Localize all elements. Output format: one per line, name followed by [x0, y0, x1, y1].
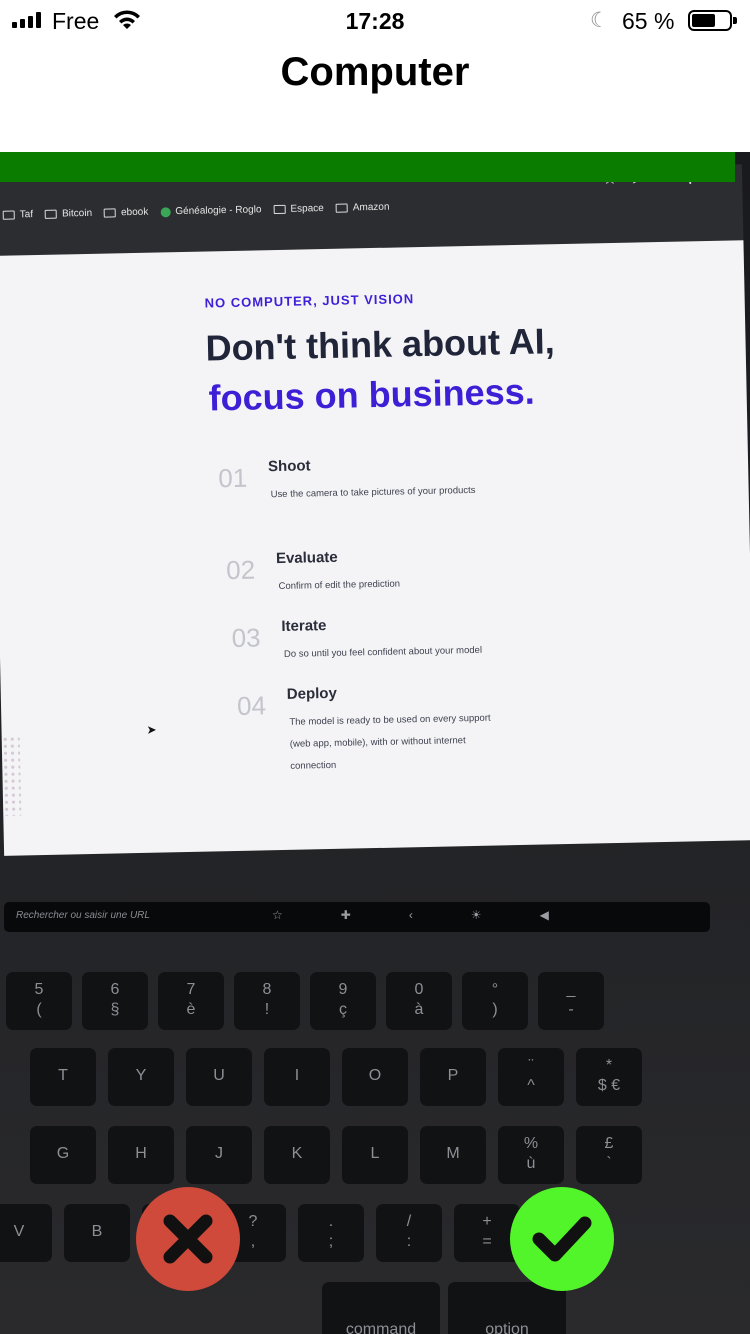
step-description: Use the camera to take pictures of your … [270, 484, 476, 501]
headline-line-1: Don't think about AI, [205, 320, 556, 369]
step-description: Do so until you feel confident about you… [283, 644, 483, 660]
keyboard-key: 5( [6, 972, 72, 1030]
bookmark-item: ebook [103, 207, 148, 219]
keyboard-key: P [420, 1048, 486, 1106]
step-description: Confirm of edit the prediction [278, 578, 401, 593]
laptop-screen: ☆➤●⋮ Taf Bitcoin ebook Généalogie - Rogl… [0, 164, 750, 856]
camera-preview: ☆➤●⋮ Taf Bitcoin ebook Généalogie - Rogl… [0, 152, 750, 1334]
bookmark-item: Amazon [335, 202, 390, 214]
status-bar: Free 17:28 ☾ 65 % [0, 0, 750, 42]
step-number: 04 [236, 690, 267, 721]
keyboard-key: G [30, 1126, 96, 1184]
keyboard-key: °) [462, 972, 528, 1030]
keyboard-key: 6 § [82, 972, 148, 1030]
bookmarks-bar: Taf Bitcoin ebook Généalogie - Roglo Esp… [2, 202, 390, 221]
keyboard-key: £ ` [576, 1126, 642, 1184]
step-description: The model is ready to be used on every s… [289, 712, 491, 772]
keyboard-key: _ - [538, 972, 604, 1030]
eyebrow-text: NO COMPUTER, JUST VISION [204, 291, 415, 311]
touchbar-icons: ☆✚‹☀◀ [272, 908, 607, 922]
keyboard-key: * $ € [576, 1048, 642, 1106]
keyboard-key: U [186, 1048, 252, 1106]
progress-bar [0, 152, 750, 182]
decorative-dots [1, 735, 22, 816]
keyboard-key: .; [298, 1204, 364, 1262]
step-title: Iterate [281, 617, 327, 635]
web-page: NO COMPUTER, JUST VISION Don't think abo… [0, 240, 750, 856]
keyboard-key: I [264, 1048, 330, 1106]
bookmark-item: Bitcoin [44, 208, 92, 220]
page-title: Computer [280, 50, 470, 94]
bookmark-item: Taf [2, 209, 33, 221]
command-key: command [322, 1282, 440, 1334]
folder-icon [103, 208, 117, 218]
step-title: Shoot [267, 457, 311, 476]
keyboard-key: 8! [234, 972, 300, 1030]
step-number: 01 [217, 462, 248, 494]
keyboard-key: Y [108, 1048, 174, 1106]
keyboard-key: 7è [158, 972, 224, 1030]
keyboard-key: 9ç [310, 972, 376, 1030]
step-title: Evaluate [275, 548, 338, 568]
step-number: 03 [231, 622, 261, 654]
folder-icon [335, 203, 348, 213]
bookmark-item: Généalogie - Roglo [160, 204, 262, 217]
keyboard-key: /: [376, 1204, 442, 1262]
keyboard-key: K [264, 1126, 330, 1184]
bookmark-item: Espace [273, 203, 324, 215]
laptop-keyboard: Rechercher ou saisir une URL ☆✚‹☀◀ 5(6 § 7… [0, 842, 750, 1334]
keyboard-key: J [186, 1126, 252, 1184]
touch-bar: Rechercher ou saisir une URL ☆✚‹☀◀ [4, 902, 710, 932]
globe-icon [160, 206, 171, 217]
keyboard-key: % ù [498, 1126, 564, 1184]
folder-icon [2, 210, 15, 220]
folder-icon [44, 209, 58, 219]
step-title: Deploy [286, 684, 338, 703]
keyboard-key: L [342, 1126, 408, 1184]
keyboard-key: B [64, 1204, 130, 1262]
battery-icon [688, 10, 737, 31]
progress-fill [0, 152, 735, 182]
step-number: 02 [225, 554, 256, 586]
folder-icon [273, 204, 286, 215]
reject-button[interactable] [136, 1187, 240, 1291]
keyboard-key: O [342, 1048, 408, 1106]
battery-percent: 65 % [622, 8, 675, 34]
option-key: option [448, 1282, 566, 1334]
keyboard-key: 0à [386, 972, 452, 1030]
accept-button[interactable] [510, 1187, 614, 1291]
close-icon [163, 1214, 213, 1264]
checkmark-icon [532, 1216, 592, 1262]
keyboard-key: M [420, 1126, 486, 1184]
mouse-cursor-icon: ➤ [146, 722, 157, 737]
touchbar-url: Rechercher ou saisir une URL [16, 910, 150, 921]
moon-icon: ☾ [590, 9, 609, 32]
keyboard-key: V [0, 1204, 52, 1262]
keyboard-key: ¨ ^ [498, 1048, 564, 1106]
keyboard-key: T [30, 1048, 96, 1106]
keyboard-key: H [108, 1126, 174, 1184]
headline-line-2: focus on business. [208, 370, 536, 419]
